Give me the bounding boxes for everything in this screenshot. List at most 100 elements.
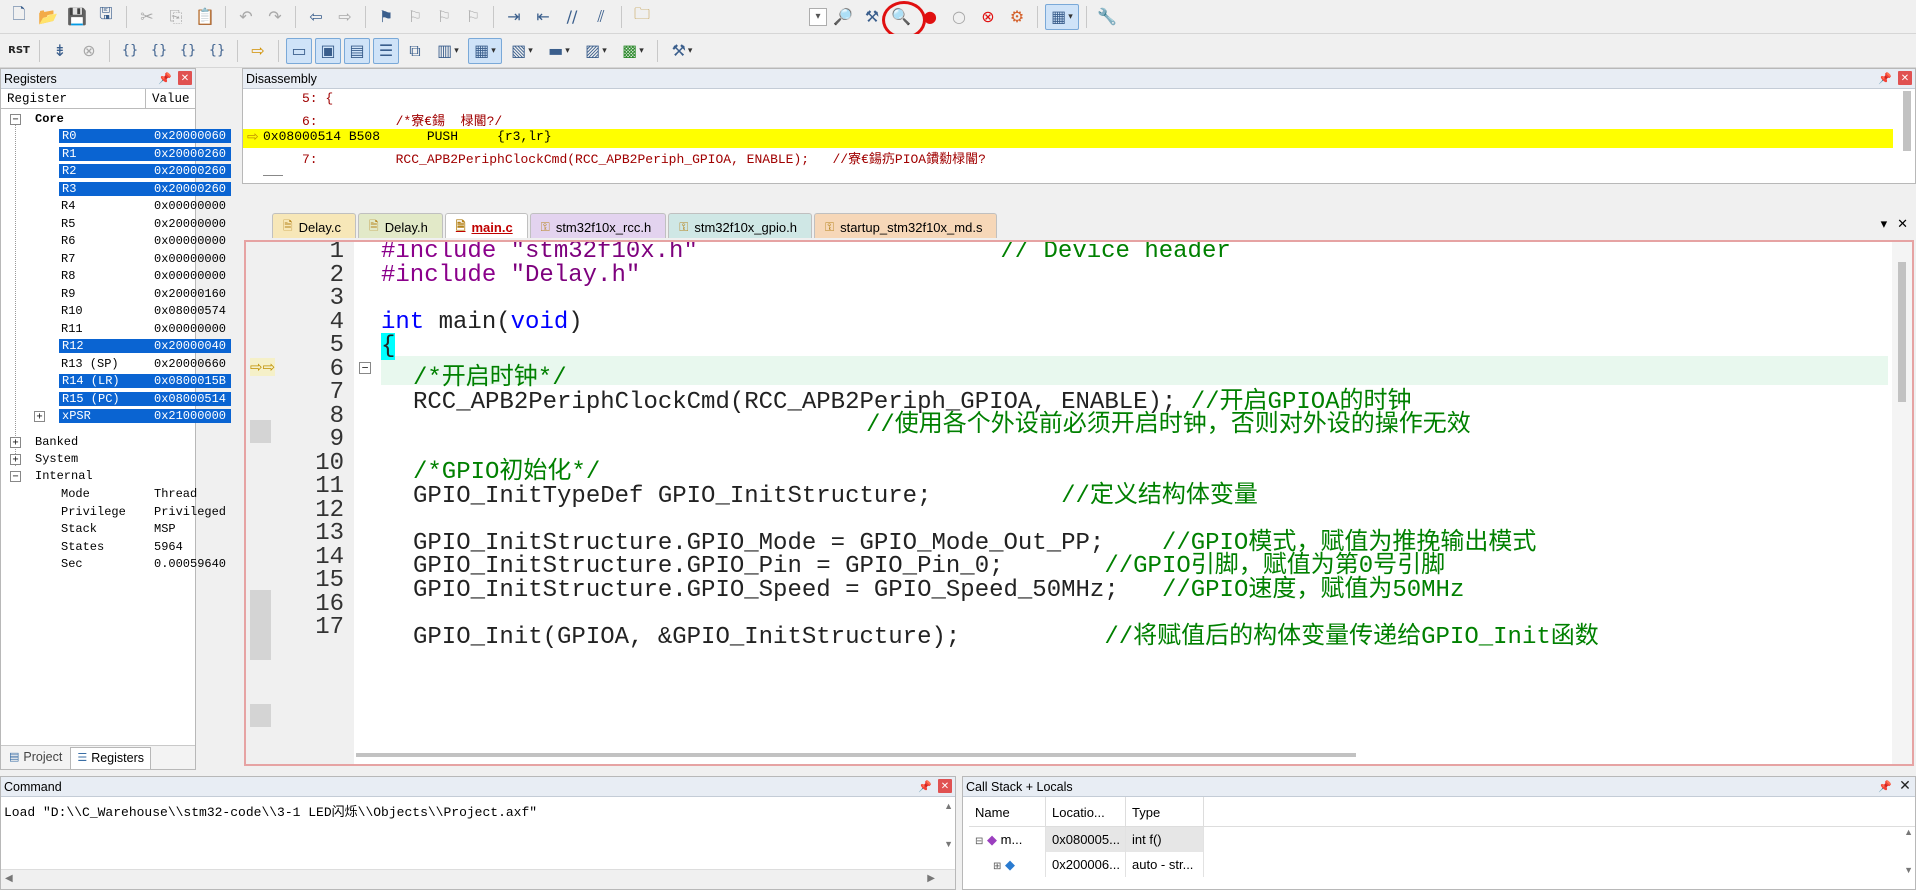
run-icon[interactable]: ⇟ [47, 38, 73, 64]
find-in-files-icon[interactable]: 🗀 [629, 4, 655, 30]
close-icon[interactable]: ✕ [1898, 778, 1912, 794]
command-output[interactable]: Load "D:\\C_Warehouse\\stm32-code\\3-1 L… [1, 797, 955, 820]
unindent-icon[interactable]: ⇤ [530, 4, 556, 30]
register-row[interactable]: R6 0x00000000 [1, 233, 226, 250]
internal-row[interactable]: Mode Thread [1, 486, 197, 503]
register-value[interactable]: 0x20000060 [153, 129, 231, 143]
uncomment-icon[interactable]: ⫽ [588, 4, 614, 30]
register-row[interactable]: R1 0x20000260 [1, 146, 231, 163]
copy-icon[interactable]: ⎘ [163, 4, 189, 30]
register-value[interactable]: 0x21000000 [153, 409, 231, 423]
tab-main-c[interactable]: 🗎 main.c [444, 213, 528, 238]
save-icon[interactable]: 💾 [64, 4, 90, 30]
bookmark-icon[interactable]: ⚑ [373, 4, 399, 30]
code-line-15[interactable]: GPIO_InitStructure.GPIO_Speed = GPIO_Spe… [413, 568, 1464, 604]
col-location[interactable]: Locatio... [1046, 797, 1126, 826]
register-row[interactable]: R13 (SP) 0x20000660 [1, 356, 226, 373]
redo-icon[interactable]: ↷ [262, 4, 288, 30]
step-out-icon[interactable]: {} [175, 38, 201, 64]
register-row[interactable]: R0 0x20000060 [1, 128, 231, 145]
open-folder-icon[interactable]: 📂 [35, 4, 61, 30]
disasm-current-line[interactable]: 0x08000514 B508 PUSH {r3,lr} [243, 129, 1893, 148]
symbols-window-icon[interactable]: ▤ [344, 37, 370, 64]
cut-icon[interactable]: ✂ [134, 4, 160, 30]
collapse-icon[interactable]: ⊟ [975, 836, 983, 847]
internal-row[interactable]: States 5964 [1, 539, 197, 556]
disable-breakpoint-icon[interactable]: ○ [946, 4, 972, 30]
step-into-icon[interactable]: {} [117, 38, 143, 64]
register-value[interactable]: 0x00000000 [154, 199, 226, 213]
command-window-icon[interactable]: ▭ [286, 37, 312, 64]
internal-row[interactable]: Privilege Privileged [1, 504, 226, 521]
navigate-back-icon[interactable]: ⇦ [303, 4, 329, 30]
register-row[interactable]: R11 0x00000000 [1, 321, 226, 338]
disasm-line[interactable]: 5: { [263, 91, 333, 110]
scroll-up-icon[interactable]: ▲ [1904, 827, 1913, 837]
analysis-window-icon[interactable]: ▬ [542, 38, 576, 64]
col-type[interactable]: Type [1126, 797, 1204, 826]
next-bookmark-icon[interactable]: ⚐ [431, 4, 457, 30]
reset-icon[interactable]: RST [6, 38, 32, 64]
tab-registers[interactable]: ☰ Registers [70, 747, 151, 769]
register-row[interactable]: R14 (LR) 0x0800015B [1, 373, 231, 390]
code-line-8[interactable]: //使用各个外设前必须开启时钟，否则对外设的操作无效 [866, 403, 1471, 439]
editor-vertical-scrollbar[interactable] [1892, 242, 1912, 764]
comment-icon[interactable]: // [559, 4, 585, 30]
disasm-line[interactable]: 7: RCC_APB2PeriphClockCmd(RCC_APB2Periph… [263, 148, 986, 167]
tab-delay-h[interactable]: 🗎 Delay.h [358, 213, 443, 238]
disasm-line[interactable]: 6: /*寮€鍚 椂閽?/ [263, 110, 502, 129]
paste-icon[interactable]: 📋 [192, 4, 218, 30]
step-over-icon[interactable]: {} [146, 38, 172, 64]
clear-bookmarks-icon[interactable]: ⚐ [460, 4, 486, 30]
tree-node-core[interactable]: − Core [1, 111, 197, 128]
fold-toggle-icon[interactable]: − [359, 362, 371, 374]
code-line-11[interactable]: GPIO_InitTypeDef GPIO_InitStructure; //定… [413, 474, 1258, 510]
register-value[interactable]: 0x08000514 [153, 391, 231, 406]
scroll-up-icon[interactable]: ▲ [944, 801, 953, 811]
code-line-5[interactable]: { [381, 333, 396, 360]
internal-row[interactable]: Stack MSP [1, 521, 197, 538]
save-all-icon[interactable]: 🖫 [93, 4, 119, 30]
toolbox-icon[interactable]: ⚒ [665, 38, 699, 64]
tab-stm32f10x-gpio-h[interactable]: ⚿ stm32f10x_gpio.h [668, 213, 812, 238]
navigate-forward-icon[interactable]: ⇨ [332, 4, 358, 30]
close-icon[interactable]: ✕ [178, 71, 192, 85]
register-row[interactable]: R5 0x20000000 [1, 216, 226, 233]
col-register[interactable]: Register [1, 89, 146, 108]
configure-icon[interactable]: ⚒ [859, 4, 885, 30]
code-line-2[interactable]: #include "Delay.h" [381, 262, 640, 289]
scroll-down-icon[interactable]: ▼ [1904, 865, 1913, 875]
register-value[interactable]: 0x0800015B [153, 374, 231, 388]
configure-tools-icon[interactable]: 🔧 [1094, 4, 1120, 30]
register-row[interactable]: R2 0x20000260 [1, 163, 231, 180]
stop-icon[interactable]: ⊗ [76, 38, 102, 64]
tab-delay-c[interactable]: 🗎 Delay.c [272, 213, 357, 238]
close-icon[interactable]: ✕ [1898, 71, 1912, 85]
prev-bookmark-icon[interactable]: ⚐ [402, 4, 428, 30]
new-file-icon[interactable]: 🗋 [6, 4, 32, 30]
internal-row[interactable]: Sec 0.00059640 [1, 556, 226, 573]
expand-icon[interactable]: ⊞ [993, 861, 1001, 872]
scroll-down-icon[interactable]: ▼ [944, 839, 953, 849]
pin-icon[interactable]: 📌 [918, 780, 932, 793]
register-value[interactable]: 0x20000000 [154, 217, 226, 231]
memory-window-icon[interactable]: ▦ [468, 37, 502, 64]
system-viewer-icon[interactable]: ▩ [616, 38, 650, 64]
register-value[interactable]: 0x20000660 [154, 357, 226, 371]
registers-window-icon[interactable]: ☰ [373, 37, 399, 64]
register-value[interactable]: 0x20000260 [153, 164, 231, 178]
callstack-row[interactable]: ⊟ ◆ m... 0x080005... int f() [969, 827, 1915, 852]
register-row[interactable]: R15 (PC) 0x08000514 [1, 391, 231, 408]
tab-startup-s[interactable]: ⚿ startup_stm32f10x_md.s [813, 213, 998, 238]
register-value[interactable]: 0x00000000 [154, 252, 226, 266]
serial-window-icon[interactable]: ▧ [505, 38, 539, 64]
register-row[interactable]: R10 0x08000574 [1, 303, 226, 320]
register-value[interactable]: 0x20000160 [154, 287, 226, 301]
register-value[interactable]: 0x20000040 [153, 339, 231, 353]
run-to-cursor-icon[interactable]: {} [204, 38, 230, 64]
code-line-17[interactable]: GPIO_Init(GPIOA, &GPIO_InitStructure); /… [413, 615, 1599, 651]
debug-settings-icon[interactable]: ⚙ [1004, 4, 1030, 30]
pin-icon[interactable]: 📌 [158, 72, 172, 85]
watch-window-icon[interactable]: ▥ [431, 38, 465, 64]
command-horizontal-scrollbar[interactable]: ◀ ▶ [1, 869, 955, 889]
